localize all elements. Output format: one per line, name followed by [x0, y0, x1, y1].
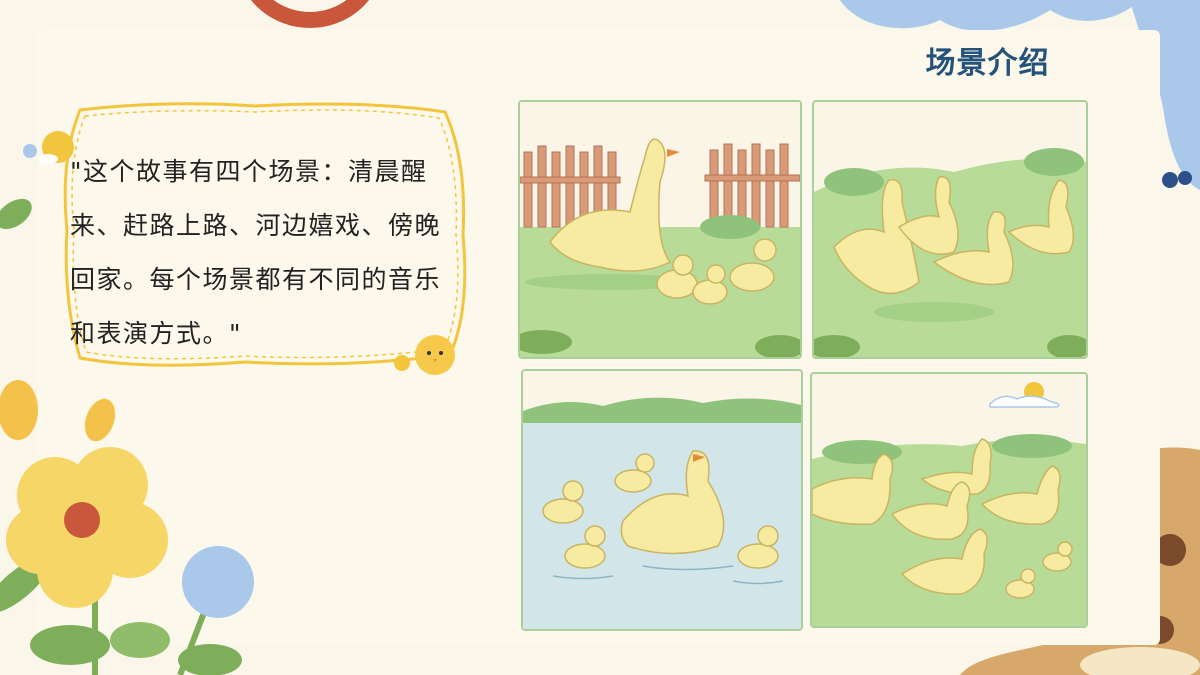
leaf-decoration	[0, 198, 32, 230]
page-title: 场景介绍	[925, 46, 1050, 81]
scene-panel-evening	[810, 372, 1088, 628]
scene-panel-morning	[518, 100, 802, 359]
scene-panel-road	[812, 100, 1088, 359]
scene-panel-river	[521, 369, 803, 631]
flower-decoration	[0, 380, 254, 675]
slide: 场景介绍 "这个故事有四个场景：清晨醒来、赶路上路、河边嬉戏、傍晚回家。每个场景…	[0, 0, 1200, 675]
sun-icon	[23, 131, 74, 164]
scene-quote-text: "这个故事有四个场景：清晨醒来、赶路上路、河边嬉戏、傍晚回家。每个场景都有不同的…	[70, 157, 442, 348]
